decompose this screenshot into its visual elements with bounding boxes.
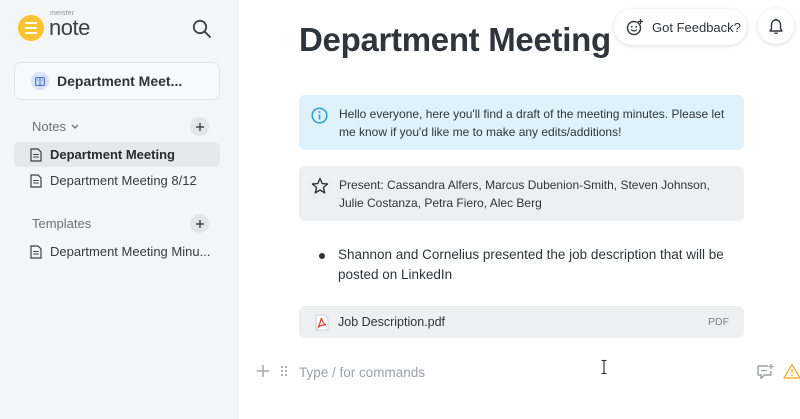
brand-company: meister [50,10,75,17]
comment-add-icon[interactable] [756,363,774,380]
sidebar-item-department-meeting[interactable]: Department Meeting [14,142,220,167]
document-icon [30,147,42,162]
sidebar: meister note Department Meet... Notes De… [0,0,238,419]
sidebar-item-label: Department Meeting Minu... [50,244,211,259]
bullet-list-item[interactable]: Shannon and Cornelius presented the job … [318,245,738,285]
document-icon [30,173,42,188]
attachment-filetype: PDF [708,316,729,328]
current-project-card[interactable]: Department Meet... [14,62,220,100]
sidebar-item-template-meeting-minutes[interactable]: Department Meeting Minu... [14,239,220,264]
plus-icon [195,122,204,131]
attachment-filename: Job Description.pdf [338,315,446,329]
add-template-button[interactable] [190,214,209,233]
notes-section-toggle[interactable]: Notes [32,119,79,134]
search-icon[interactable] [191,18,213,40]
chevron-down-icon [71,124,79,129]
sidebar-item-label: Department Meeting 8/12 [50,173,197,188]
meisternote-logo[interactable]: meister note [18,10,90,42]
drag-handle-icon[interactable] [280,365,288,377]
templates-section-toggle[interactable]: Templates [32,216,91,231]
bullet-dot [319,253,325,259]
bell-icon [769,18,783,34]
brand-name: note [49,15,90,40]
templates-section-label: Templates [32,216,92,231]
present-callout[interactable]: Present: Cassandra Alfers, Marcus Dubeni… [299,166,744,221]
info-icon [311,107,328,124]
feedback-label: Got Feedback? [652,19,741,35]
text-cursor-icon [601,359,607,375]
file-attachment[interactable]: Job Description.pdf PDF [299,306,744,338]
command-input[interactable] [299,362,729,382]
notifications-button[interactable] [758,8,794,44]
project-title: Department Meet... [57,73,183,89]
pdf-icon [315,314,329,330]
present-callout-text: Present: Cassandra Alfers, Marcus Dubeni… [339,178,710,210]
notes-section-label: Notes [32,119,66,134]
info-callout[interactable]: Hello everyone, here you'll find a draft… [299,95,744,150]
warning-icon[interactable] [783,363,800,379]
star-icon [311,177,329,194]
sidebar-item-label: Department Meeting [50,147,175,162]
sidebar-item-department-meeting-8-12[interactable]: Department Meeting 8/12 [14,168,220,193]
plus-icon [195,219,204,228]
feedback-button[interactable]: Got Feedback? [614,9,747,45]
add-note-button[interactable] [190,117,209,136]
document-icon [30,244,42,259]
bullet-text: Shannon and Cornelius presented the job … [338,247,724,282]
page-title[interactable]: Department Meeting [299,21,611,59]
notebook-icon [31,72,49,90]
logo-mark-icon [18,15,44,41]
feedback-emoji-icon [626,19,643,36]
add-block-icon[interactable] [255,363,271,379]
info-callout-text: Hello everyone, here you'll find a draft… [339,107,725,139]
